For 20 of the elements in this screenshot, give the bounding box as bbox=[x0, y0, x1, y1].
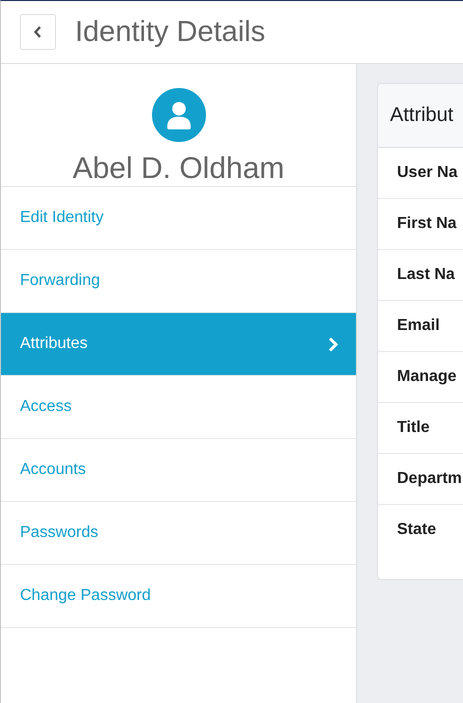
attribute-label: Manage bbox=[397, 368, 457, 386]
attribute-label: Email bbox=[397, 317, 440, 335]
profile-name: Abel D. Oldham bbox=[72, 152, 284, 186]
menu-item[interactable]: Passwords bbox=[1, 502, 356, 565]
menu-item[interactable]: Access bbox=[1, 376, 356, 439]
attribute-label: User Na bbox=[397, 164, 458, 182]
back-button[interactable] bbox=[20, 14, 56, 50]
chevron-right-icon bbox=[328, 336, 338, 352]
menu-item[interactable]: Attributes bbox=[1, 313, 356, 376]
menu-item[interactable]: Accounts bbox=[1, 439, 356, 502]
attribute-label: First Na bbox=[397, 215, 457, 233]
menu-item[interactable]: Edit Identity bbox=[1, 187, 356, 250]
attribute-label: Departm bbox=[397, 470, 462, 488]
page-title: Identity Details bbox=[75, 16, 266, 48]
attribute-label: State bbox=[397, 521, 436, 539]
menu-item[interactable]: Change Password bbox=[1, 565, 356, 628]
card-title: Attribut bbox=[390, 104, 454, 127]
chevron-left-icon bbox=[34, 26, 42, 38]
attribute-label: Title bbox=[397, 419, 430, 437]
attribute-label: Last Na bbox=[397, 266, 455, 284]
